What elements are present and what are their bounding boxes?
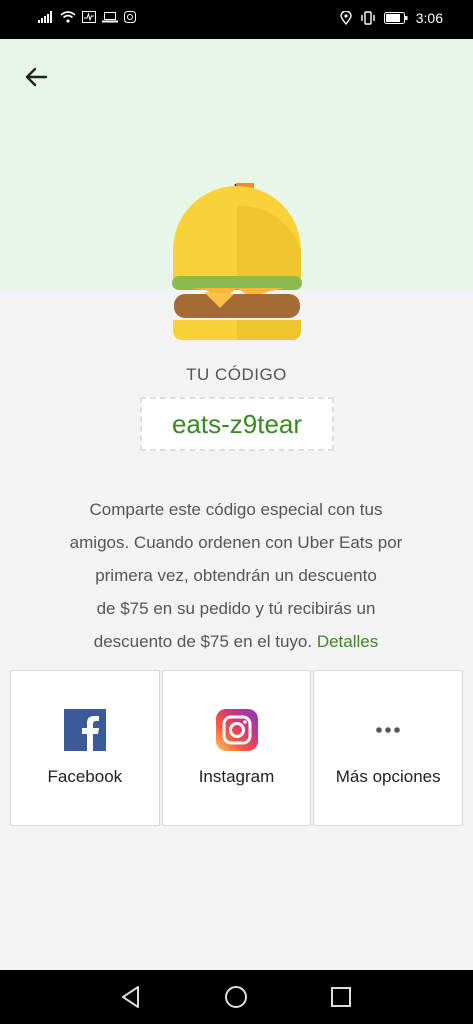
share-instagram-button[interactable]: Instagram <box>161 670 312 826</box>
activity-icon <box>82 11 96 23</box>
recents-square-icon[interactable] <box>327 983 355 1011</box>
share-more-options-button[interactable]: Más opciones <box>313 670 464 826</box>
instagram-notification-icon <box>124 11 136 23</box>
description-line: de $75 en su pedido y tú recibirás un <box>96 599 376 618</box>
arrow-left-icon[interactable] <box>22 62 52 92</box>
back-triangle-icon[interactable] <box>117 983 145 1011</box>
description-line-last: descuento de $75 en el tuyo. Detalles <box>32 625 440 658</box>
instagram-icon <box>215 709 258 751</box>
description-line: Comparte este código especial con tus <box>89 500 383 519</box>
description-line: primera vez, obtendrán un descuento <box>95 566 377 585</box>
burger-illustration <box>172 183 302 340</box>
description-line: amigos. Cuando ordenen con Uber Eats por <box>69 533 403 552</box>
status-icons-right: 3:06 <box>340 10 443 26</box>
code-label: TU CÓDIGO <box>186 365 287 384</box>
promo-description: Comparte este código especial con tus am… <box>32 493 440 658</box>
battery-icon <box>383 12 408 24</box>
share-facebook-label: Facebook <box>47 767 123 786</box>
status-time: 3:06 <box>415 10 443 26</box>
facebook-icon <box>63 709 106 751</box>
status-icons-left <box>38 11 136 23</box>
vibrate-icon <box>361 11 375 25</box>
share-more-options-label: Más opciones <box>335 767 441 786</box>
share-options: Facebook Instagram Más opciones <box>10 670 464 826</box>
laptop-icon <box>102 12 118 23</box>
more-horizontal-icon <box>376 727 400 733</box>
promo-code[interactable]: eats-z9tear <box>140 397 334 451</box>
location-icon <box>340 11 352 25</box>
system-nav-bar <box>0 970 473 1024</box>
status-bar: 3:06 <box>0 0 473 39</box>
details-link[interactable]: Detalles <box>317 632 378 651</box>
home-circle-icon[interactable] <box>222 983 250 1011</box>
share-facebook-button[interactable]: Facebook <box>10 670 160 826</box>
signal-icon <box>38 11 52 23</box>
wifi-icon <box>60 11 76 23</box>
share-instagram-label: Instagram <box>198 767 275 786</box>
description-line: descuento de $75 en el tuyo. <box>93 632 313 651</box>
